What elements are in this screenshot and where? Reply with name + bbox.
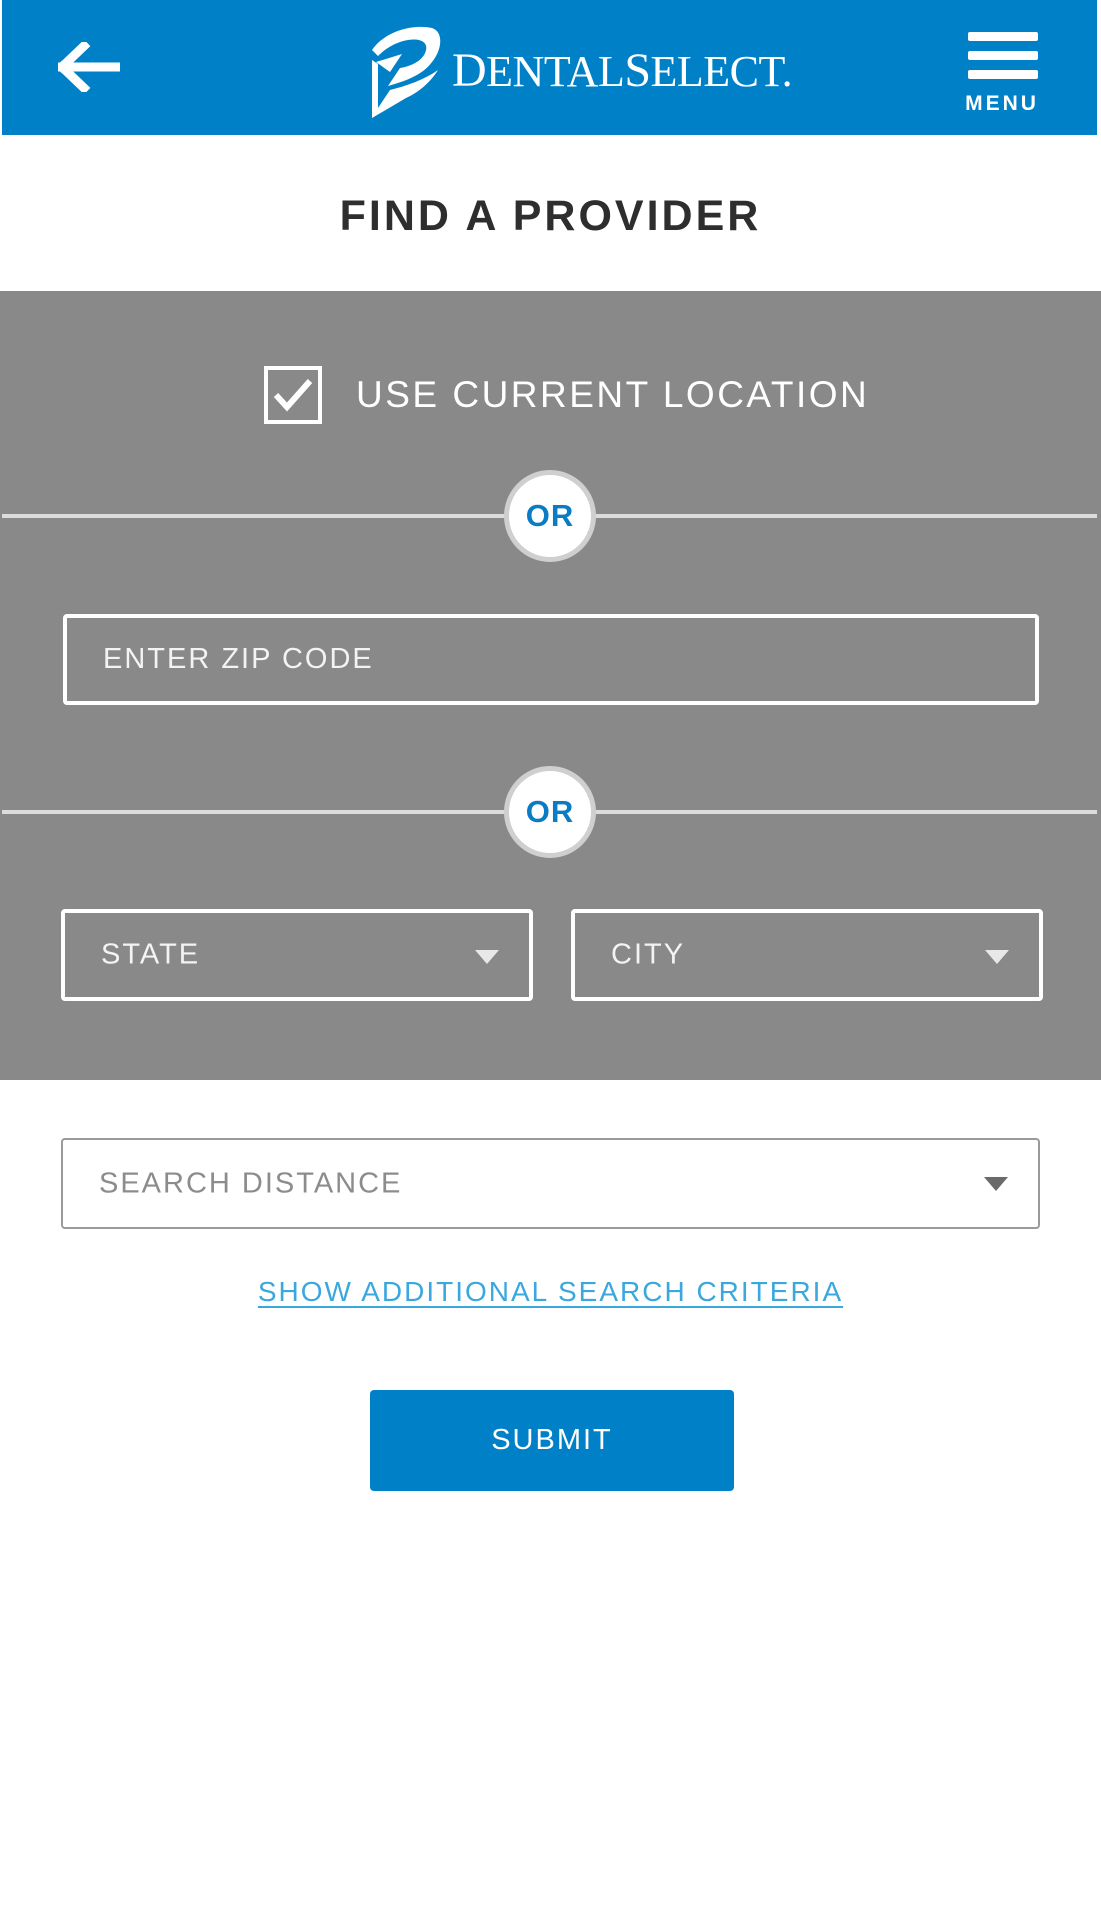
chevron-down-icon	[984, 1177, 1008, 1191]
menu-label: MENU	[965, 92, 1039, 115]
or-separator-badge: OR	[504, 470, 596, 562]
menu-button[interactable]: MENU	[960, 30, 1044, 116]
back-button[interactable]	[55, 39, 123, 95]
city-select[interactable]: CITY	[571, 909, 1043, 1001]
use-current-location-label: USE CURRENT LOCATION	[356, 373, 870, 415]
or-separator-badge: OR	[504, 766, 596, 858]
use-current-location-option[interactable]: USE CURRENT LOCATION	[264, 362, 869, 427]
use-current-location-checkbox[interactable]	[264, 365, 322, 424]
logo-wordmark: DENTALSELECT.	[452, 43, 793, 97]
state-select[interactable]: STATE	[61, 909, 533, 1001]
checkmark-icon	[273, 378, 313, 411]
zip-code-input[interactable]	[67, 618, 1035, 701]
logo-mark-icon	[372, 26, 441, 118]
dentalselect-logo[interactable]: DENTALSELECT.	[366, 18, 793, 122]
show-additional-criteria-link[interactable]: SHOW ADDITIONAL SEARCH CRITERIA	[0, 1276, 1101, 1308]
chevron-down-icon	[475, 950, 499, 964]
submit-button[interactable]: SUBMIT	[370, 1390, 734, 1491]
arrow-left-icon	[55, 39, 123, 95]
search-distance-value: SEARCH DISTANCE	[99, 1167, 403, 1199]
city-select-value: CITY	[611, 938, 686, 971]
page-title: FIND A PROVIDER	[339, 192, 762, 240]
search-distance-select[interactable]: SEARCH DISTANCE	[61, 1138, 1040, 1229]
chevron-down-icon	[985, 950, 1009, 964]
zip-code-field-box	[63, 614, 1039, 705]
state-select-value: STATE	[101, 938, 201, 971]
